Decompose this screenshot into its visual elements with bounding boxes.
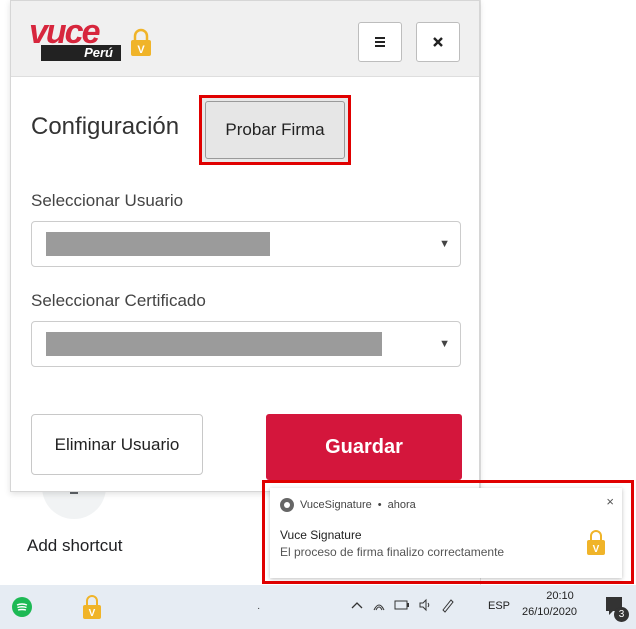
lock-icon: V [83, 595, 101, 619]
notification-count-badge: 3 [614, 607, 629, 622]
volume-icon[interactable] [418, 598, 432, 612]
eliminar-usuario-button[interactable]: Eliminar Usuario [31, 414, 203, 475]
close-button[interactable] [416, 22, 460, 62]
cert-select-label: Seleccionar Certificado [31, 291, 206, 310]
screen: Add shortcut vuce Perú V Configuración P… [0, 0, 636, 629]
notification-header: VuceSignature • ahora [280, 498, 416, 512]
probar-firma-button[interactable]: Probar Firma [205, 101, 345, 159]
svg-text:V: V [89, 608, 96, 619]
menu-icon [375, 37, 385, 47]
cert-select[interactable]: ▼ [31, 321, 461, 367]
notification-toast[interactable]: VuceSignature • ahora × Vuce Signature E… [270, 488, 622, 578]
menu-button[interactable] [358, 22, 402, 62]
chevron-down-icon: ▼ [439, 238, 450, 250]
chevron-up-icon[interactable] [350, 600, 364, 610]
clock-date[interactable]: 26/10/2020 [522, 606, 577, 618]
notification-body: El proceso de firma finalizo correctamen… [280, 545, 505, 559]
notification-separator: • [377, 499, 382, 511]
logo-country: Perú [41, 45, 121, 61]
pen-icon[interactable] [440, 597, 456, 613]
user-select-label: Seleccionar Usuario [31, 191, 184, 210]
lock-icon: V [131, 28, 151, 56]
clock-time[interactable]: 20:10 [540, 590, 580, 602]
vuce-peru-logo: vuce Perú V [29, 15, 154, 67]
user-select[interactable]: ▼ [31, 221, 461, 267]
notification-close-button[interactable]: × [606, 494, 614, 509]
vuce-signature-popup: vuce Perú V Configuración Probar Firma S… [10, 0, 480, 492]
spotify-taskbar-button[interactable] [0, 585, 44, 629]
system-tray [350, 597, 456, 613]
chrome-icon [280, 498, 294, 512]
popup-header: vuce Perú V [11, 1, 479, 77]
notification-title: Vuce Signature [280, 528, 362, 542]
language-indicator[interactable]: ESP [488, 600, 510, 612]
config-title: Configuración [31, 113, 180, 140]
windows-taskbar: V · ESP 20:10 26/10/2020 3 [0, 585, 636, 629]
close-icon [433, 37, 443, 47]
logo-brand-word: vuce [29, 13, 100, 51]
svg-text:V: V [137, 44, 145, 56]
redacted-cert-value [46, 332, 382, 356]
notification-time: ahora [387, 499, 416, 511]
taskbar-dot: · [257, 603, 261, 614]
svg-text:V: V [593, 544, 600, 555]
probar-firma-highlight: Probar Firma [199, 95, 351, 165]
redacted-user-value [46, 232, 270, 256]
vuce-taskbar-button[interactable]: V [70, 585, 114, 629]
guardar-button[interactable]: Guardar [266, 414, 462, 480]
chevron-down-icon: ▼ [439, 338, 450, 350]
spotify-icon [12, 597, 32, 617]
battery-icon[interactable] [394, 600, 410, 610]
lock-icon: V [587, 530, 605, 555]
notification-app-name: VuceSignature [300, 499, 372, 511]
network-icon[interactable] [372, 598, 386, 612]
add-shortcut-label[interactable]: Add shortcut [27, 536, 122, 556]
